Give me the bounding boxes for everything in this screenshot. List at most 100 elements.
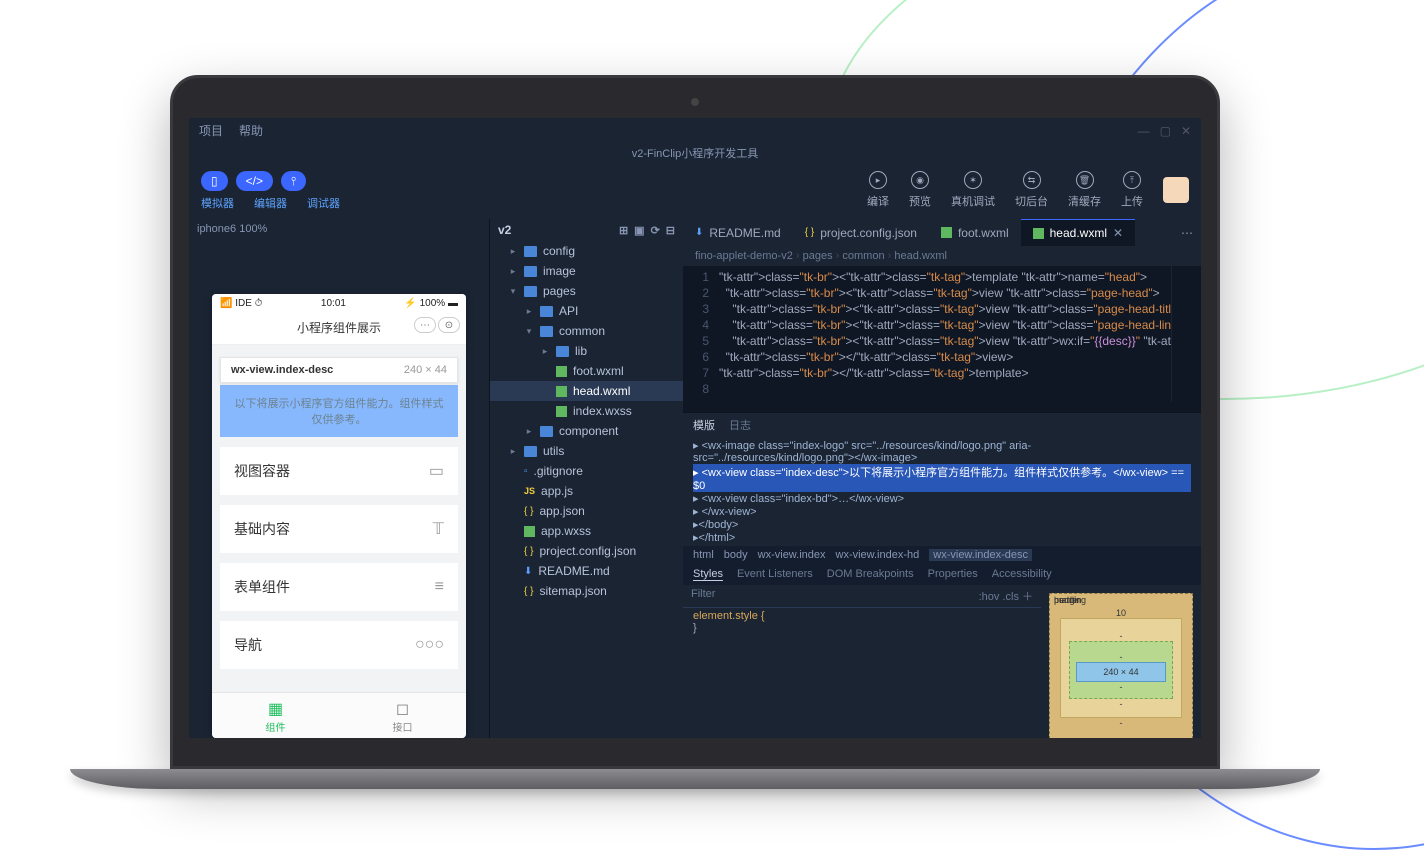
- list-item[interactable]: 视图容器▭: [220, 447, 458, 495]
- css-rule[interactable]: element.style {}: [683, 608, 1041, 636]
- toolbar: ▯ </> ⫯ 模拟器 编辑器 调试器 ▸编译 ◉预览 ✶真机调试 ⇆切后台 🗑…: [189, 167, 1201, 219]
- tree-item[interactable]: ▸lib: [490, 341, 683, 361]
- preview-button[interactable]: ◉预览: [909, 171, 931, 209]
- collapse-icon[interactable]: ⊟: [666, 224, 675, 237]
- style-tab[interactable]: DOM Breakpoints: [827, 568, 914, 581]
- grid-icon: ▦: [212, 699, 339, 719]
- upload-icon: ⤒: [1123, 171, 1141, 189]
- element-crumb[interactable]: wx-view.index: [758, 549, 826, 561]
- menu-project[interactable]: 项目: [199, 122, 223, 139]
- css-rule[interactable]: </span><div class="sel-txt">.index-desc …: [683, 636, 1041, 640]
- ide-window: 项目 帮助 — ▢ ✕ v2-FinClip小程序开发工具 ▯ </> ⫯ 模拟…: [189, 118, 1201, 738]
- editor-tab[interactable]: foot.wxml: [929, 220, 1021, 246]
- element-crumb[interactable]: wx-view.index-desc: [929, 549, 1032, 561]
- element-node[interactable]: ▸</html>: [693, 531, 1191, 544]
- styles-filter-actions[interactable]: :hov .cls ＋: [979, 588, 1033, 604]
- element-node[interactable]: ▸ <wx-view class="index-bd">…</wx-view>: [693, 492, 1191, 505]
- background-icon: ⇆: [1023, 171, 1041, 189]
- simulator-label: 模拟器: [201, 195, 234, 211]
- element-node[interactable]: ▸ </wx-view>: [693, 505, 1191, 518]
- tree-item[interactable]: index.wxss: [490, 401, 683, 421]
- tree-item[interactable]: ▸utils: [490, 441, 683, 461]
- devtools-tab-wxml[interactable]: 模版: [693, 417, 715, 433]
- tree-item[interactable]: foot.wxml: [490, 361, 683, 381]
- style-tab[interactable]: Properties: [928, 568, 978, 581]
- editor-toggle[interactable]: </>: [236, 171, 273, 191]
- remote-debug-button[interactable]: ✶真机调试: [951, 171, 995, 209]
- tree-item[interactable]: ▸config: [490, 241, 683, 261]
- tree-item[interactable]: { }project.config.json: [490, 541, 683, 561]
- element-crumb[interactable]: wx-view.index-hd: [836, 549, 920, 561]
- breadcrumb-segment[interactable]: common: [833, 250, 885, 262]
- new-folder-icon[interactable]: ▣: [634, 224, 644, 237]
- breadcrumb-segment[interactable]: head.wxml: [885, 250, 947, 262]
- breadcrumb-segment[interactable]: fino-applet-demo-v2: [695, 250, 793, 262]
- list-item[interactable]: 导航○○○: [220, 621, 458, 669]
- cube-icon: ◻: [339, 699, 466, 719]
- tree-item[interactable]: ▾common: [490, 321, 683, 341]
- upload-button[interactable]: ⤒上传: [1121, 171, 1143, 209]
- avatar[interactable]: [1163, 177, 1189, 203]
- breadcrumb-segment[interactable]: pages: [793, 250, 833, 262]
- list-item[interactable]: 表单组件≡: [220, 563, 458, 611]
- capsule-menu-icon[interactable]: ⋯: [414, 317, 436, 333]
- tree-item[interactable]: { }app.json: [490, 501, 683, 521]
- editor-tab[interactable]: ⬇README.md: [683, 220, 793, 246]
- tree-item[interactable]: ▸image: [490, 261, 683, 281]
- tab-api[interactable]: ◻接口: [339, 693, 466, 738]
- tree-item[interactable]: head.wxml: [490, 381, 683, 401]
- elements-breadcrumb: html body wx-view.index wx-view.index-hd wx-…: [683, 546, 1201, 564]
- simulator-toggle[interactable]: ▯: [201, 171, 228, 191]
- menu-help[interactable]: 帮助: [239, 122, 263, 139]
- element-node[interactable]: ▸</body>: [693, 518, 1191, 531]
- maximize-icon[interactable]: ▢: [1160, 124, 1171, 138]
- list-item[interactable]: 基础内容𝕋: [220, 505, 458, 553]
- tree-item[interactable]: JSapp.js: [490, 481, 683, 501]
- tree-item[interactable]: ▾pages: [490, 281, 683, 301]
- close-icon[interactable]: ✕: [1181, 124, 1191, 138]
- carrier-label: 📶 IDE ⏱: [220, 298, 262, 309]
- element-crumb[interactable]: html: [693, 549, 714, 561]
- tree-item[interactable]: { }sitemap.json: [490, 581, 683, 601]
- element-node[interactable]: ▸ <wx-image class="index-logo" src="../r…: [693, 439, 1191, 464]
- editor-tab[interactable]: head.wxml✕: [1021, 219, 1135, 246]
- debugger-label: 调试器: [307, 195, 340, 211]
- laptop-frame: 项目 帮助 — ▢ ✕ v2-FinClip小程序开发工具 ▯ </> ⫯ 模拟…: [170, 75, 1220, 789]
- devtools-tab-log[interactable]: 日志: [729, 417, 751, 433]
- tree-item[interactable]: ▫.gitignore: [490, 461, 683, 481]
- tree-item[interactable]: ▸API: [490, 301, 683, 321]
- bug-icon: ✶: [964, 171, 982, 189]
- style-tab[interactable]: Event Listeners: [737, 568, 813, 581]
- styles-filter-input[interactable]: Filter: [691, 588, 715, 604]
- style-tab[interactable]: Styles: [693, 568, 723, 581]
- window-title: v2-FinClip小程序开发工具: [189, 143, 1201, 167]
- project-root[interactable]: v2: [498, 223, 511, 237]
- laptop-base: [70, 769, 1320, 789]
- debugger-toggle[interactable]: ⫯: [281, 171, 306, 191]
- tree-item[interactable]: ⬇README.md: [490, 561, 683, 581]
- minimize-icon[interactable]: —: [1138, 124, 1150, 138]
- tab-component[interactable]: ▦组件: [212, 693, 339, 738]
- style-tab[interactable]: Accessibility: [992, 568, 1052, 581]
- tab-overflow-icon[interactable]: ⋯: [1173, 226, 1201, 240]
- close-tab-icon[interactable]: ✕: [1113, 226, 1123, 240]
- capsule-close-icon[interactable]: ⊙: [438, 317, 460, 333]
- tree-item[interactable]: app.wxss: [490, 521, 683, 541]
- item-icon: ▭: [429, 461, 444, 481]
- background-button[interactable]: ⇆切后台: [1015, 171, 1048, 209]
- new-file-icon[interactable]: ⊞: [619, 224, 628, 237]
- code-editor[interactable]: 12345678 "tk-attr">class="tk-br"><"tk-at…: [683, 266, 1201, 412]
- tree-item[interactable]: ▸component: [490, 421, 683, 441]
- compile-button[interactable]: ▸编译: [867, 171, 889, 209]
- element-node[interactable]: ▸ <wx-view class="index-desc">以下将展示小程序官方…: [693, 464, 1191, 492]
- highlighted-element: 以下将展示小程序官方组件能力。组件样式仅供参考。: [220, 385, 458, 437]
- elements-tree[interactable]: ▸ <wx-image class="index-logo" src="../r…: [683, 437, 1201, 546]
- eye-icon: ◉: [911, 171, 929, 189]
- editor-tab[interactable]: { }project.config.json: [793, 220, 929, 246]
- minimap[interactable]: [1171, 266, 1201, 402]
- refresh-icon[interactable]: ⟳: [651, 224, 660, 237]
- clear-cache-button[interactable]: 🗑清缓存: [1068, 171, 1101, 209]
- element-crumb[interactable]: body: [724, 549, 748, 561]
- phone-tabbar: ▦组件 ◻接口: [212, 692, 466, 738]
- editor-label: 编辑器: [254, 195, 287, 211]
